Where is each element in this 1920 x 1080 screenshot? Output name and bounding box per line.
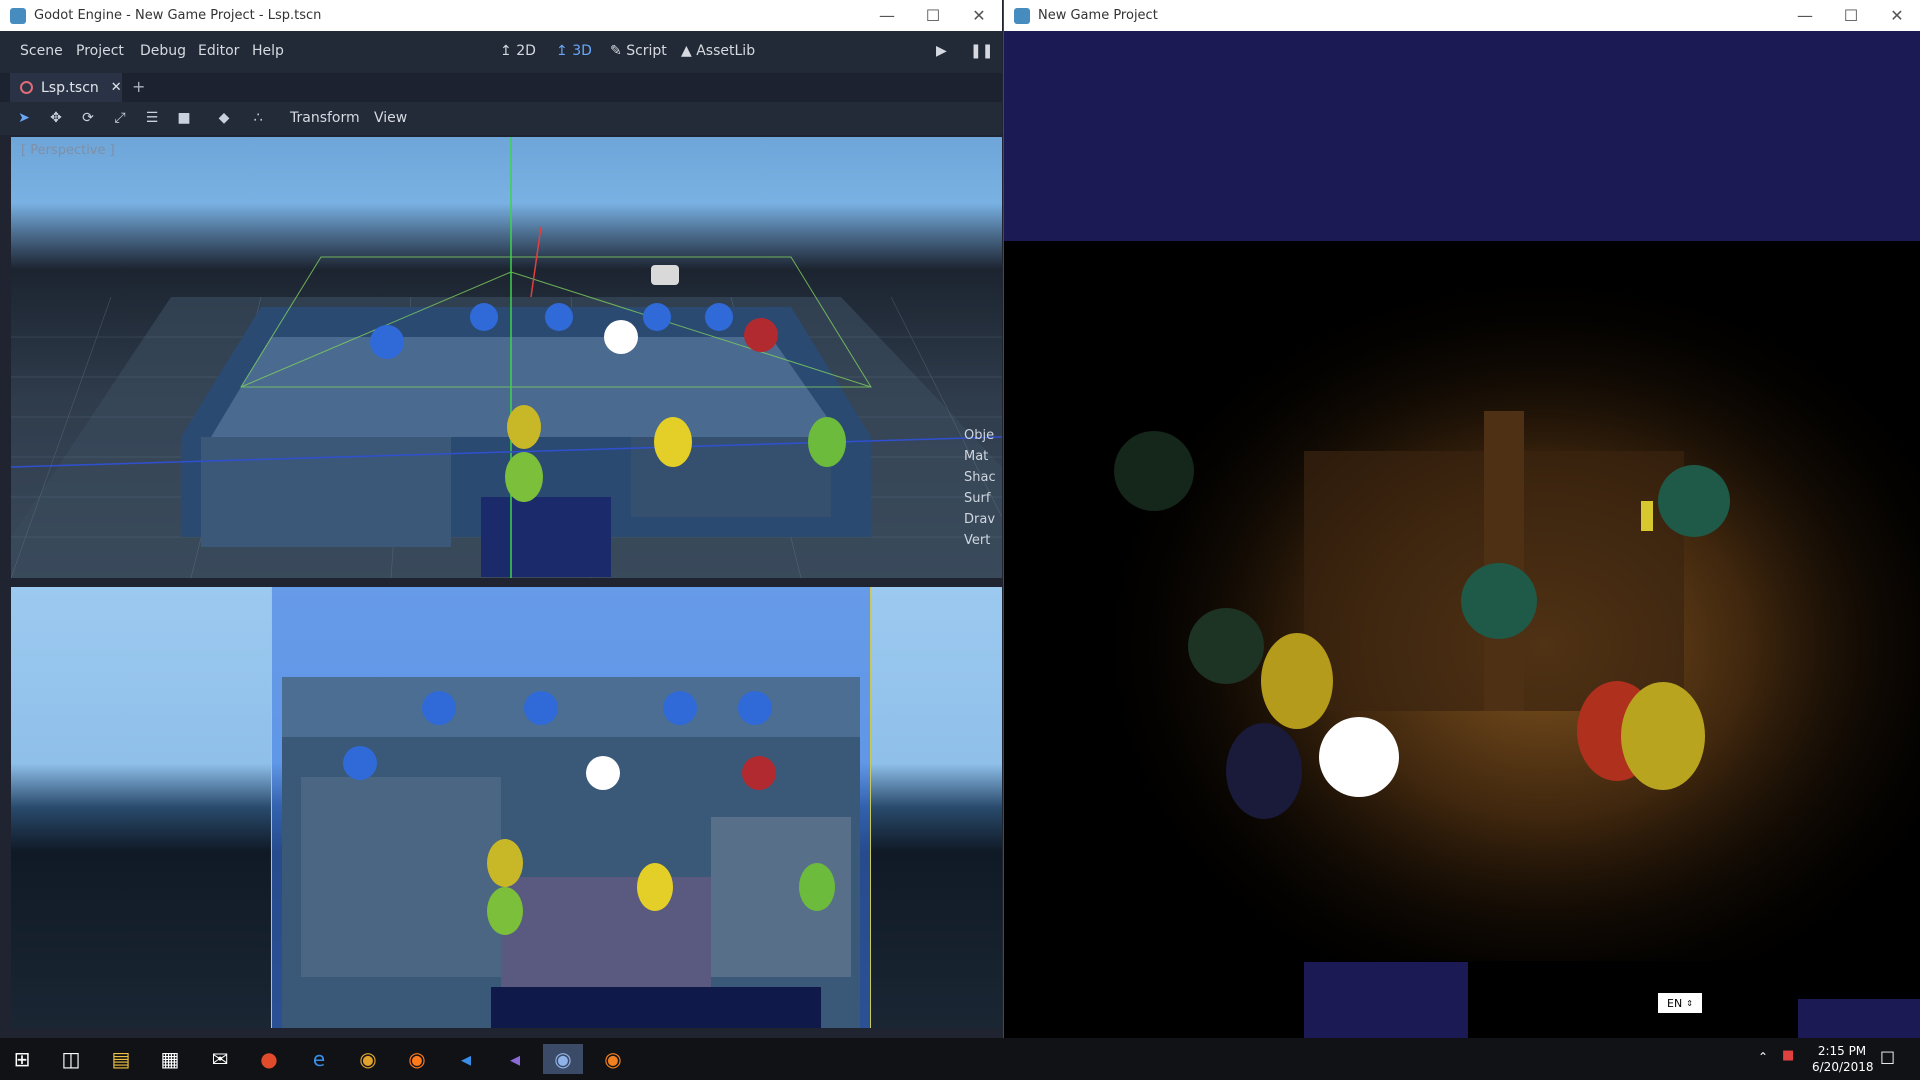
stat-materials: Mat [964,449,989,464]
viewport-toolbar: ➤ ✥ ⟳ ⤢ ☰ ■ ◆ ∴ Transform View [0,102,1002,135]
game-render[interactable] [1004,31,1920,1038]
chrome-canary-icon[interactable]: ● [249,1044,289,1074]
local-space-icon[interactable]: ◆ [216,110,232,126]
scene-tab-bar: Lsp.tscn ✕ + [0,73,1002,102]
stat-vertices: Vert [964,533,991,548]
edge-icon[interactable]: e [299,1044,339,1074]
mail-icon[interactable]: ✉ [200,1044,240,1074]
viewport-splitter[interactable] [11,578,1002,587]
start-icon[interactable]: ⊞ [2,1044,42,1074]
blender-icon[interactable]: ◉ [593,1044,633,1074]
tab-lsp-tscn[interactable]: Lsp.tscn ✕ [10,73,122,102]
godot-taskbar-icon[interactable]: ◉ [543,1044,583,1074]
clock-time: 2:15 PM [1817,1044,1867,1058]
vscode-icon[interactable]: ◂ [446,1044,486,1074]
scale-tool-icon[interactable]: ⤢ [112,110,128,126]
minimize-icon[interactable]: — [864,0,910,31]
3d-viewport-perspective[interactable]: [ Perspective ] Obje Mat Shac Surf Drav … [11,137,1002,578]
rotate-tool-icon[interactable]: ⟳ [80,110,96,126]
game-app-icon [1014,7,1030,24]
godot-title-bar: Godot Engine - New Game Project - Lsp.ts… [0,0,1002,31]
lock-icon[interactable]: ■ [176,110,192,126]
snap-icon[interactable]: ∴ [250,110,266,126]
godot-editor-window: Godot Engine - New Game Project - Lsp.ts… [0,0,1004,1038]
stat-surfaces: Surf [964,491,991,506]
game-close-icon[interactable]: ✕ [1874,0,1920,31]
game-maximize-icon[interactable]: ☐ [1828,0,1874,31]
close-icon[interactable]: ✕ [956,0,1002,31]
add-tab-icon[interactable]: + [132,77,145,96]
list-select-icon[interactable]: ☰ [144,110,160,126]
game-title-bar: New Game Project — ☐ ✕ [1004,0,1920,31]
viewport-stats: Obje Mat Shac Surf Drav Vert [964,425,996,551]
view-menu[interactable]: View [374,110,407,126]
menu-editor[interactable]: Editor [198,43,239,59]
viewport-label: [ Perspective ] [21,143,115,158]
tray-app-icon[interactable]: ■ [1782,1048,1794,1063]
move-tool-icon[interactable]: ✥ [48,110,64,126]
scene-unsaved-icon [20,81,33,94]
godot-icon [10,7,26,24]
workspace-3d-button[interactable]: ↥ 3D [556,43,592,59]
select-tool-icon[interactable]: ➤ [16,110,32,126]
visual-studio-icon[interactable]: ◂ [495,1044,535,1074]
chrome-icon[interactable]: ◉ [348,1044,388,1074]
maximize-icon[interactable]: ☐ [910,0,956,31]
tray-chevron-icon[interactable]: ⌃ [1758,1050,1768,1064]
transform-menu[interactable]: Transform [290,110,360,126]
workspace-2d-button[interactable]: ↥ 2D [500,43,536,59]
godot-window-title: Godot Engine - New Game Project - Lsp.ts… [34,8,322,23]
stat-draw-calls: Drav [964,512,996,527]
windows-taskbar: ⊞ ◫ ▤ ▦ ✉ ● e ◉ ◉ ◂ ◂ ◉ ◉ ⌃ ■ 2:15 PM 6/… [0,1038,1920,1080]
play-icon[interactable]: ▶ [936,43,947,59]
spinner-arrows-icon: ⇕ [1686,998,1693,1008]
store-icon[interactable]: ▦ [150,1044,190,1074]
file-explorer-icon[interactable]: ▤ [101,1044,141,1074]
game-window: New Game Project — ☐ ✕ EN ⇕ [1004,0,1920,1038]
menu-debug[interactable]: Debug [140,43,186,59]
game-minimize-icon[interactable]: — [1782,0,1828,31]
firefox-icon[interactable]: ◉ [397,1044,437,1074]
stat-shader: Shac [964,470,996,485]
menu-project[interactable]: Project [76,43,124,59]
menu-help[interactable]: Help [252,43,284,59]
action-center-icon[interactable]: □ [1880,1047,1895,1066]
close-tab-icon[interactable]: ✕ [111,80,122,95]
assetlib-icon: ▲ [681,43,692,59]
camera-preview-render [271,587,871,1028]
2d-icon: ↥ [500,43,512,59]
clock[interactable]: 2:15 PM 6/20/2018 [1812,1043,1874,1075]
workspace-assetlib-button[interactable]: ▲ AssetLib [681,43,755,59]
clock-date: 6/20/2018 [1812,1060,1874,1074]
3d-icon: ↥ [556,43,568,59]
3d-viewport-camera[interactable] [11,587,1002,1028]
menu-scene[interactable]: Scene [20,43,63,59]
script-icon: ✎ [610,43,622,59]
scene-render [11,137,1002,578]
editor-menu-bar: Scene Project Debug Editor Help ↥ 2D ↥ 3… [0,31,1002,73]
pause-icon[interactable]: ❚❚ [970,43,993,59]
stat-objects: Obje [964,428,995,443]
task-view-icon[interactable]: ◫ [51,1044,91,1074]
language-select[interactable]: EN ⇕ [1658,993,1702,1013]
game-window-title: New Game Project [1038,8,1158,23]
workspace-script-button[interactable]: ✎ Script [610,43,667,59]
